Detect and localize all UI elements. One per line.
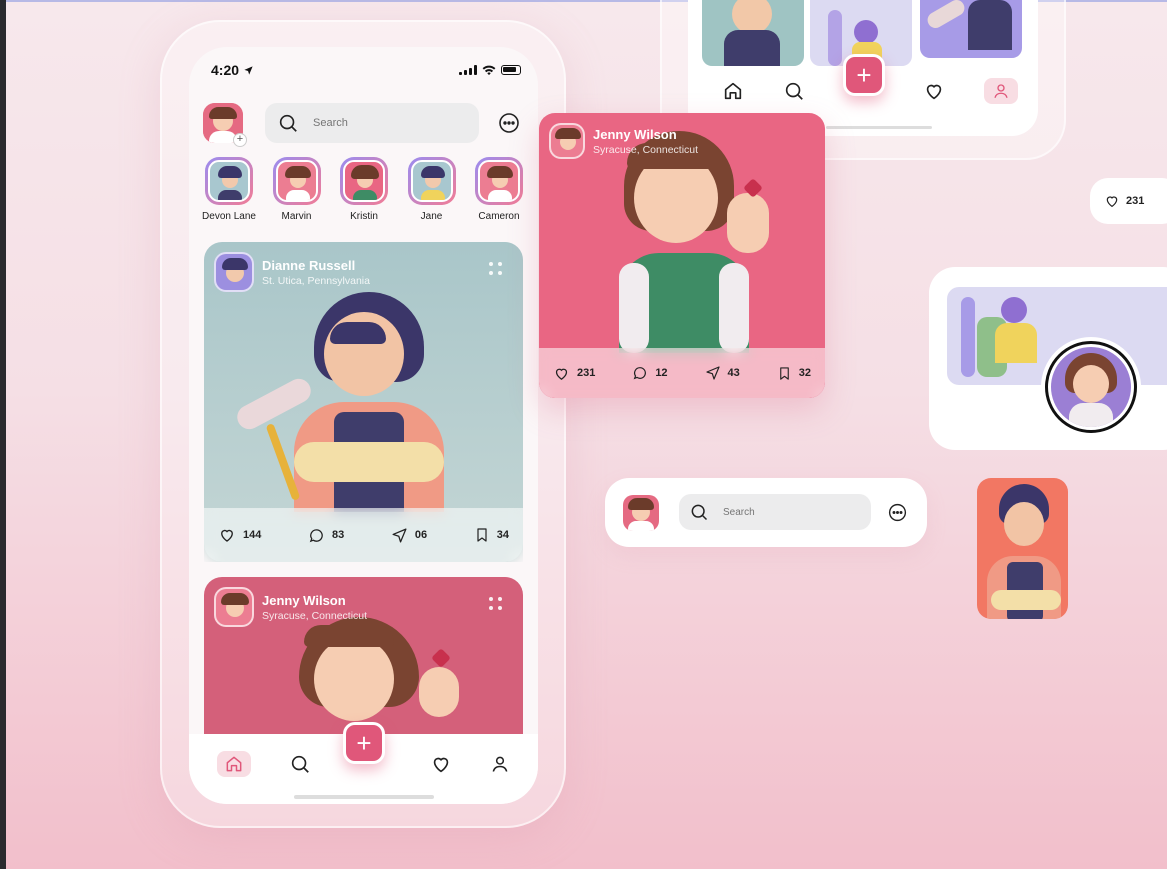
stories-row: Devon Lane Marvin Kristin Jane Cameron (199, 157, 529, 222)
chat-icon[interactable] (887, 502, 908, 523)
avatar-tile[interactable] (977, 478, 1068, 619)
heart-icon (555, 368, 568, 380)
like-button[interactable]: 144 (218, 526, 261, 544)
heart-icon (433, 757, 448, 773)
home-indicator (826, 126, 932, 129)
comment-count: 12 (655, 367, 668, 379)
thumb-image-1[interactable] (702, 0, 804, 66)
story-item[interactable]: Cameron (469, 157, 529, 222)
like-count: 231 (577, 367, 596, 379)
like-pill-count: 231 (1126, 195, 1145, 207)
post-author-name[interactable]: Dianne Russell (262, 258, 370, 273)
wifi-icon (482, 65, 496, 75)
story-name: Devon Lane (202, 211, 256, 222)
post-actions: 144 83 06 34 (204, 508, 523, 562)
bookmark-icon (779, 366, 789, 380)
profile-avatar[interactable] (1041, 337, 1141, 437)
battery-icon (501, 65, 521, 75)
nav-profile[interactable] (490, 754, 510, 774)
post-actions: 231 12 43 32 (539, 348, 825, 398)
home-icon[interactable] (722, 80, 744, 102)
post-location: Syracuse, Connecticut (593, 143, 699, 156)
search-icon[interactable] (783, 80, 805, 102)
send-icon (705, 366, 720, 380)
chat-icon[interactable] (497, 111, 521, 135)
search-input[interactable] (723, 506, 843, 518)
featured-post[interactable]: Jenny Wilson Syracuse, Connecticut 231 1… (539, 113, 825, 398)
thumb-image-3[interactable] (920, 0, 1022, 58)
comment-button[interactable]: 12 (632, 365, 668, 381)
share-count: 06 (414, 529, 428, 541)
comment-icon (633, 367, 647, 380)
post-author-name[interactable]: Jenny Wilson (262, 593, 367, 608)
save-button[interactable]: 32 (777, 366, 811, 381)
profile-icon (492, 756, 508, 772)
share-button[interactable]: 43 (705, 365, 740, 381)
comment-button[interactable]: 83 (308, 527, 344, 544)
search-icon (292, 755, 310, 773)
search-bar[interactable] (265, 103, 479, 143)
profile-card (929, 267, 1167, 450)
nav-home[interactable] (217, 751, 251, 777)
status-bar: 4:20 (211, 61, 521, 79)
like-count-pill[interactable]: 231 (1090, 178, 1167, 224)
send-icon (392, 527, 407, 543)
story-item[interactable]: Jane (402, 157, 462, 222)
signal-icon (459, 65, 477, 75)
create-post-button[interactable]: + (843, 54, 885, 96)
comment-icon (309, 528, 323, 542)
location-arrow-icon (244, 65, 253, 75)
create-post-button[interactable]: + (343, 722, 385, 764)
post-author-name[interactable]: Jenny Wilson (593, 127, 698, 142)
story-name: Cameron (478, 211, 520, 222)
my-avatar[interactable] (623, 495, 659, 531)
comment-count: 83 (331, 529, 345, 541)
post-location: St. Utica, Pennsylvania (262, 274, 370, 287)
post-author-avatar[interactable] (214, 252, 254, 292)
nav-activity[interactable] (430, 753, 452, 775)
left-edge-strip (0, 0, 6, 869)
add-story-badge[interactable]: + (233, 133, 247, 147)
story-name: Kristin (350, 211, 378, 222)
save-count: 32 (798, 367, 811, 379)
profile-nav-active[interactable] (984, 78, 1018, 104)
story-name: Jane (420, 211, 443, 222)
post-author-avatar[interactable] (214, 587, 254, 627)
nav-search[interactable] (289, 753, 311, 775)
search-icon (691, 504, 708, 521)
plus-icon: + (856, 59, 872, 90)
story-item[interactable]: Kristin (334, 157, 394, 222)
search-input[interactable] (313, 117, 453, 129)
search-card (605, 478, 927, 547)
save-button[interactable]: 34 (474, 527, 509, 543)
story-item[interactable]: Devon Lane (199, 157, 259, 222)
more-options-icon[interactable] (489, 262, 503, 276)
post-author-avatar[interactable] (549, 123, 585, 159)
heart-icon (221, 529, 233, 542)
story-item[interactable]: Marvin (267, 157, 327, 222)
heart-icon (1106, 196, 1118, 208)
share-count: 43 (727, 367, 740, 379)
story-name: Marvin (281, 211, 312, 222)
more-options-icon[interactable] (489, 597, 503, 611)
profile-icon (994, 84, 1008, 98)
search-icon (279, 114, 297, 132)
like-count: 144 (243, 529, 262, 541)
my-avatar[interactable]: + (203, 103, 247, 147)
plus-icon: + (356, 727, 372, 758)
bookmark-icon (477, 528, 487, 542)
heart-icon[interactable] (923, 80, 945, 102)
home-indicator (294, 795, 434, 799)
share-button[interactable]: 06 (391, 527, 427, 544)
post-location: Syracuse, Connecticut (262, 609, 368, 622)
phone-screen: 4:20 + Devon Lane Marvin (189, 47, 538, 804)
like-button[interactable]: 231 (553, 365, 595, 382)
home-icon (226, 756, 242, 772)
status-time: 4:20 (211, 62, 240, 78)
search-bar[interactable] (679, 494, 871, 530)
feed-post[interactable]: Dianne Russell St. Utica, Pennsylvania 1… (204, 242, 523, 562)
save-count: 34 (496, 529, 509, 541)
